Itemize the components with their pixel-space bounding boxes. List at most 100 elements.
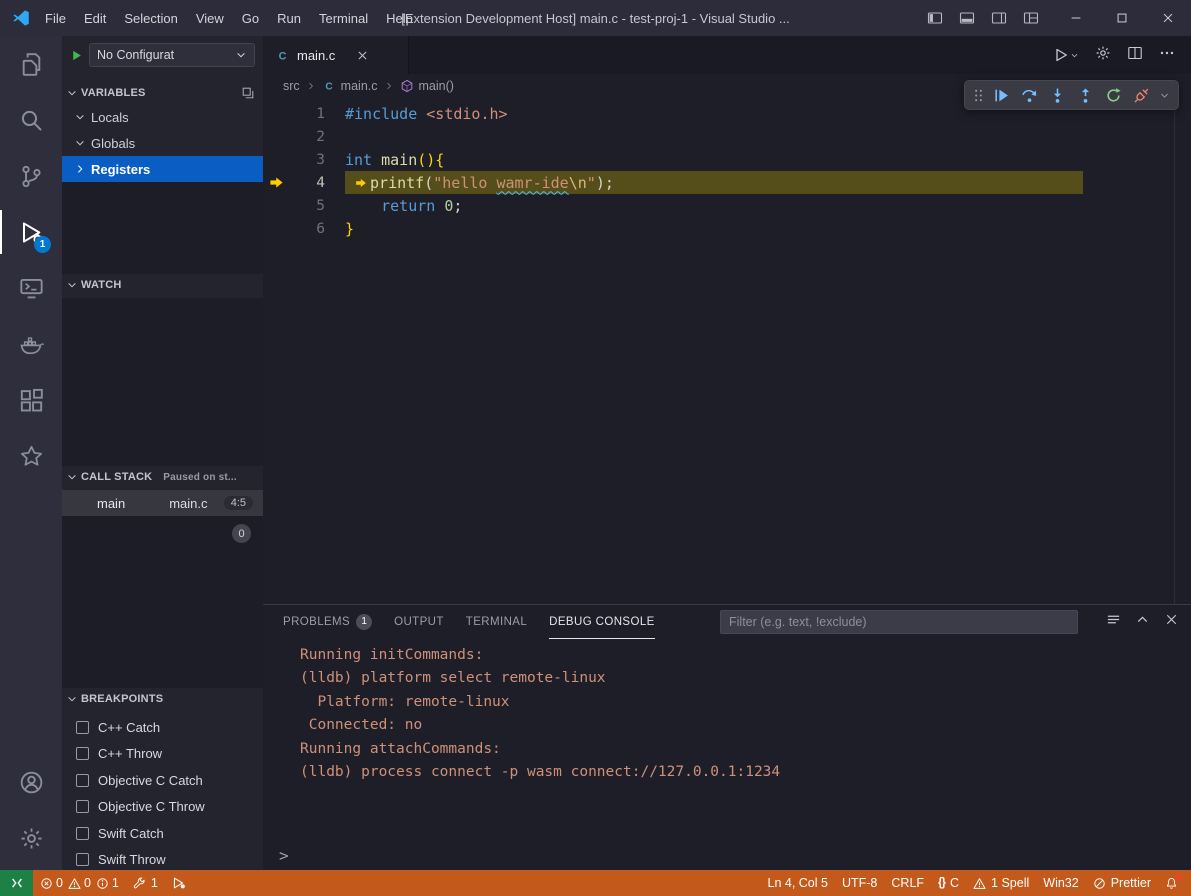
panel-tab-output[interactable]: OUTPUT [394,605,444,639]
menu-edit[interactable]: Edit [75,8,115,29]
problems-status[interactable]: 001 [33,870,126,896]
call-stack-frame[interactable]: main main.c 4:5 [62,490,263,516]
console-filter-input[interactable] [720,610,1078,634]
activity-item-source-control[interactable] [0,148,62,204]
status-language-mode[interactable]: {}C [931,870,966,896]
activity-item-search[interactable] [0,92,62,148]
breakpoint-row[interactable]: C++ Catch [62,714,263,741]
breakpoint-row[interactable]: Swift Throw [62,847,263,871]
step-out-button[interactable] [1072,82,1099,108]
output-lines-icon [1106,612,1121,627]
run-button[interactable] [1053,47,1079,63]
split-editor-button[interactable] [1127,45,1143,66]
close-button[interactable] [1164,612,1179,632]
toggle-sidebar-button[interactable] [921,4,949,32]
variables-row-registers[interactable]: Registers [62,156,263,182]
menu-file[interactable]: File [36,8,75,29]
menu-view[interactable]: View [187,8,233,29]
menu-go[interactable]: Go [233,8,268,29]
customize-layout-button[interactable] [1017,4,1045,32]
status-prettier[interactable]: Prettier [1086,870,1158,896]
activity-item-explorer[interactable] [0,36,62,92]
status-cursor-position[interactable]: Ln 4, Col 5 [761,870,835,896]
menu-run[interactable]: Run [268,8,310,29]
watch-section-header[interactable]: WATCH [62,274,263,296]
code-token: " [587,174,596,192]
breakpoint-checkbox[interactable] [76,747,89,760]
dropdown-button[interactable] [1156,82,1173,108]
panel-tab-debug-console[interactable]: DEBUG CONSOLE [549,605,655,639]
breakpoint-row[interactable]: Objective C Throw [62,794,263,821]
status-spell[interactable]: 1 Spell [966,870,1036,896]
variables-section-header[interactable]: VARIABLES [62,82,263,104]
variables-row-globals[interactable]: Globals [62,130,263,156]
breadcrumb-item-main[interactable]: main() [400,79,454,93]
breakpoint-row[interactable]: Objective C Catch [62,767,263,794]
activity-item-star[interactable] [0,428,62,484]
gutter[interactable] [263,175,289,190]
breakpoint-row[interactable]: Swift Catch [62,820,263,847]
breakpoints-section-header[interactable]: BREAKPOINTS [62,688,263,710]
remote-indicator[interactable] [0,870,33,896]
vscode-logo-icon [12,9,30,27]
activity-item-account[interactable] [0,754,62,810]
call-stack-title: CALL STACK [81,471,152,483]
chevron-up-button[interactable] [1135,612,1150,632]
watch-title: WATCH [81,279,122,291]
menu-selection[interactable]: Selection [115,8,186,29]
drag-grip-button[interactable] [970,82,987,108]
minimize-button[interactable] [1053,0,1099,36]
close-button[interactable] [1145,0,1191,36]
status-encoding[interactable]: UTF-8 [835,870,884,896]
breakpoint-checkbox[interactable] [76,800,89,813]
breakpoint-row[interactable]: C++ Throw [62,741,263,768]
status-notifications[interactable] [1158,870,1185,896]
info-icon [96,877,109,890]
activity-item-remote-explorer[interactable] [0,260,62,316]
variables-row-locals[interactable]: Locals [62,104,263,130]
breadcrumb-item-mainc[interactable]: Cmain.c [322,79,378,93]
bottom-panel: PROBLEMS1 OUTPUT TERMINAL DEBUG CONSOLE Run… [263,604,1191,870]
debug-status[interactable] [165,870,193,896]
breakpoint-checkbox[interactable] [76,774,89,787]
activity-item-docker[interactable] [0,316,62,372]
toggle-secondary-sidebar-button[interactable] [985,4,1013,32]
activity-item-extensions[interactable] [0,372,62,428]
restart-icon [1105,87,1122,104]
tab-main-c[interactable]: C main.c [263,36,409,74]
gear-button[interactable] [1095,45,1111,66]
close-tab-icon[interactable] [356,49,369,62]
step-into-button[interactable] [1044,82,1071,108]
debug-console-output[interactable]: Running initCommands:(lldb) platform sel… [263,639,1191,870]
menu-terminal[interactable]: Terminal [310,8,377,29]
activity-item-gear[interactable] [0,810,62,866]
breakpoint-checkbox[interactable] [76,827,89,840]
breakpoint-label: C++ Catch [98,720,160,735]
panel-tab-problems[interactable]: PROBLEMS1 [283,605,372,639]
status-label: C [950,876,959,890]
start-debugging-icon[interactable] [70,49,83,62]
activity-item-run-debug[interactable]: 1 [0,204,62,260]
panel-tab-terminal[interactable]: TERMINAL [466,605,527,639]
more-button[interactable] [1159,45,1175,66]
breadcrumb-item-src[interactable]: src [283,79,300,93]
maximize-button[interactable] [1099,0,1145,36]
restart-button[interactable] [1100,82,1127,108]
toggle-panel-button[interactable] [953,4,981,32]
collapse-all-icon[interactable] [241,86,255,100]
status-platform[interactable]: Win32 [1036,870,1085,896]
chevron-down-icon [74,111,86,123]
launch-config-dropdown[interactable]: No Configurat [89,43,255,67]
output-lines-button[interactable] [1106,612,1121,632]
editor-tab-bar: C main.c [263,36,1191,74]
line-number: 1 [289,106,325,122]
tools-status[interactable]: 1 [126,870,165,896]
disconnect-button[interactable] [1128,82,1155,108]
continue-button[interactable] [988,82,1015,108]
call-stack-section-header[interactable]: CALL STACK Paused on st... [62,466,263,488]
code-editor[interactable]: 1#include <stdio.h>23int main(){4 printf… [263,98,1191,604]
step-over-button[interactable] [1016,82,1043,108]
breakpoint-checkbox[interactable] [76,853,89,866]
breakpoint-checkbox[interactable] [76,721,89,734]
status-eol[interactable]: CRLF [884,870,931,896]
